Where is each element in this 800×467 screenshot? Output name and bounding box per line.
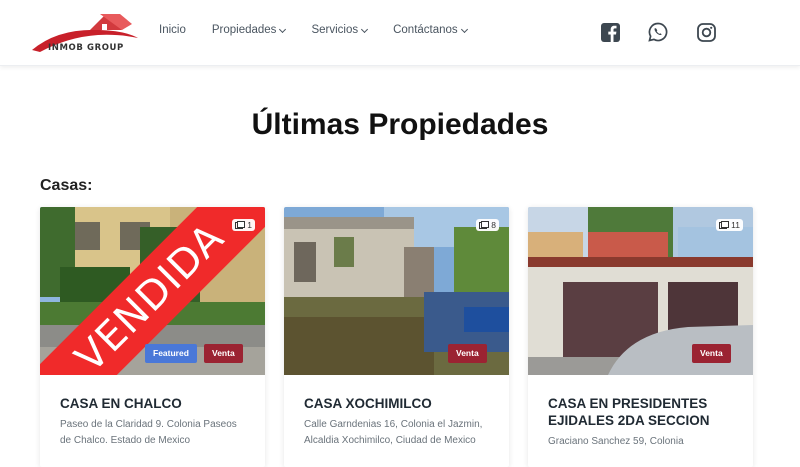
property-title[interactable]: CASA XOCHIMILCO	[304, 395, 494, 412]
photo-count-badge: 1	[232, 219, 255, 231]
chevron-down-icon	[279, 25, 287, 33]
property-photo[interactable]: 11 Venta	[528, 207, 753, 375]
brand-logo[interactable]: INMOB GROUP	[28, 10, 142, 56]
sale-badge: Venta	[204, 344, 243, 363]
photo-count: 8	[491, 220, 496, 230]
property-address: Calle Garndenias 16, Colonia el Jazmin, …	[304, 419, 483, 446]
property-address: Paseo de la Claridad 9. Colonia Paseos d…	[60, 419, 237, 446]
nav-item-servicios[interactable]: Servicios	[311, 24, 369, 36]
nav-item-label: Propiedades	[211, 24, 277, 36]
nav-item-label: Servicios	[311, 24, 359, 36]
photo-count-badge: 11	[716, 219, 743, 231]
sale-badge: Venta	[692, 344, 731, 363]
property-title[interactable]: CASA EN PRESIDENTES EJIDALES 2DA SECCION	[548, 395, 738, 429]
photos-icon	[479, 221, 490, 229]
featured-badge: Featured	[145, 344, 197, 363]
sale-badge: Venta	[448, 344, 487, 363]
property-card[interactable]: 8 Venta CASA XOCHIMILCO Calle Garndenias…	[284, 207, 509, 467]
property-photo[interactable]: VENDIDA 1 Featured Venta	[40, 207, 265, 375]
site-header: INMOB GROUP Inicio Propiedades Servicios…	[0, 0, 800, 66]
nav-item-propiedades[interactable]: Propiedades	[211, 24, 287, 36]
nav-item-contactanos[interactable]: Contáctanos	[393, 24, 468, 36]
photo-count: 1	[247, 220, 252, 230]
instagram-icon[interactable]	[696, 22, 716, 42]
photo-count: 11	[731, 220, 740, 230]
property-card[interactable]: 11 Venta CASA EN PRESIDENTES EJIDALES 2D…	[528, 207, 753, 467]
whatsapp-icon[interactable]	[648, 22, 668, 42]
photo-count-badge: 8	[476, 219, 499, 231]
chevron-down-icon	[361, 25, 369, 33]
nav-item-label: Contáctanos	[393, 24, 458, 36]
page-title: Últimas Propiedades	[251, 108, 549, 141]
nav-item-label: Inicio	[159, 24, 186, 36]
section-label: Casas:	[40, 177, 93, 194]
brand-name: INMOB GROUP	[48, 43, 124, 53]
property-address: Graciano Sanchez 59, Colonia	[548, 436, 684, 447]
facebook-icon[interactable]	[600, 22, 620, 42]
property-card[interactable]: VENDIDA 1 Featured Venta CASA EN CHALCO …	[40, 207, 265, 467]
photos-icon	[235, 221, 246, 229]
chevron-down-icon	[460, 25, 468, 33]
main-nav: Inicio Propiedades Servicios Contáctanos	[159, 24, 493, 36]
nav-item-inicio[interactable]: Inicio	[159, 24, 186, 36]
property-photo[interactable]: 8 Venta	[284, 207, 509, 375]
photos-icon	[719, 221, 730, 229]
property-title[interactable]: CASA EN CHALCO	[60, 395, 250, 412]
